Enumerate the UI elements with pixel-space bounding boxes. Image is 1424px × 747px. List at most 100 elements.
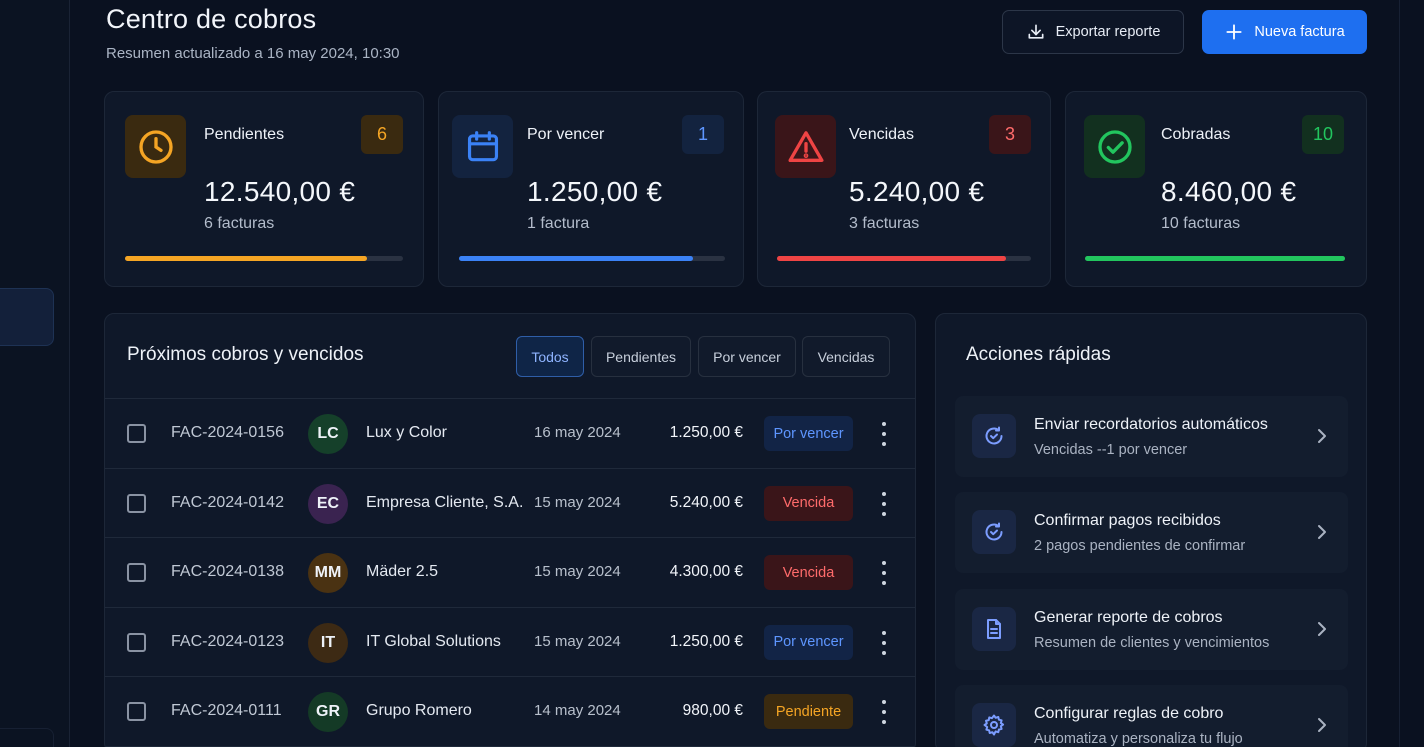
stat-amount: 1.250,00 €: [527, 176, 663, 207]
invoice-amount: 1.250,00 €: [669, 424, 743, 441]
avatar: GR: [308, 692, 348, 733]
invoice-amount: 1.250,00 €: [669, 632, 743, 650]
row-checkbox[interactable]: [127, 563, 146, 583]
stat-label: Cobradas: [1161, 126, 1231, 143]
stat-card-por-vencer[interactable]: Por vencer 1 1.250,00 € 1 factura: [438, 91, 744, 287]
table-row[interactable]: FAC-2024-0142 EC Empresa Cliente, S.A. 1…: [105, 469, 915, 539]
filter-todos[interactable]: Todos: [516, 336, 584, 377]
action-subtitle: Vencidas --1 por vencer: [1034, 442, 1188, 458]
list-title: Próximos cobros y vencidos: [127, 344, 364, 365]
filter-vencidas[interactable]: Vencidas: [802, 336, 890, 377]
quick-actions-title: Acciones rápidas: [966, 344, 1111, 365]
sidebar-item-active[interactable]: [0, 288, 54, 346]
download-icon: [1028, 24, 1044, 39]
stat-amount: 5.240,00 €: [849, 176, 985, 207]
more-options-icon[interactable]: [877, 561, 891, 586]
chevron-right-icon: [1318, 429, 1326, 443]
stat-invoice-count: 1 factura: [527, 215, 590, 232]
table-row[interactable]: FAC-2024-0156 LC Lux y Color 16 may 2024…: [105, 399, 915, 469]
stat-card-cobradas[interactable]: Cobradas 10 8.460,00 € 10 facturas: [1065, 91, 1367, 287]
table-row[interactable]: FAC-2024-0138 MM Mäder 2.5 15 may 2024 4…: [105, 538, 915, 608]
row-checkbox[interactable]: [127, 632, 146, 652]
quick-actions-panel: Acciones rápidas Enviar recordatorios au…: [935, 313, 1367, 747]
warning-icon: [775, 115, 836, 178]
client-name: Grupo Romero: [366, 702, 472, 720]
action-confirm-payments[interactable]: Confirmar pagos recibidos 2 pagos pendie…: [955, 492, 1348, 573]
more-options-icon[interactable]: [877, 422, 891, 446]
stat-count-badge: 6: [361, 115, 403, 154]
more-options-icon[interactable]: [877, 700, 891, 725]
filter-pendientes[interactable]: Pendientes: [591, 336, 691, 377]
action-generate-report[interactable]: Generar reporte de cobros Resumen de cli…: [955, 589, 1348, 670]
invoice-number: FAC-2024-0142: [171, 493, 284, 511]
refresh-check-icon: [972, 510, 1016, 554]
stat-progress-fill: [777, 256, 1006, 261]
stat-progress-track: [459, 256, 725, 261]
stat-progress-track: [125, 256, 403, 261]
action-send-reminders[interactable]: Enviar recordatorios automáticos Vencida…: [955, 396, 1348, 477]
chevron-right-icon: [1318, 622, 1326, 636]
due-date: 14 may 2024: [534, 702, 621, 720]
status-badge: Vencida: [764, 485, 853, 521]
document-icon: [972, 607, 1016, 651]
filter-por-vencer[interactable]: Por vencer: [698, 336, 796, 377]
invoice-number: FAC-2024-0123: [171, 632, 284, 650]
status-badge: Vencida: [764, 555, 853, 591]
status-badge: Pendiente: [764, 694, 853, 730]
invoice-amount: 980,00 €: [682, 702, 743, 720]
row-checkbox[interactable]: [127, 702, 146, 722]
stat-card-vencidas[interactable]: Vencidas 3 5.240,00 € 3 facturas: [757, 91, 1051, 287]
stat-progress-track: [777, 256, 1031, 261]
client-name: Empresa Cliente, S.A.: [366, 493, 524, 511]
content-border: [1399, 0, 1400, 747]
invoice-number: FAC-2024-0138: [171, 563, 284, 581]
invoice-number: FAC-2024-0156: [171, 424, 284, 441]
avatar: MM: [308, 553, 348, 594]
avatar: EC: [308, 483, 348, 524]
client-name: IT Global Solutions: [366, 632, 501, 650]
more-options-icon[interactable]: [877, 630, 891, 655]
gear-icon: [972, 703, 1016, 747]
stat-card-pendientes[interactable]: Pendientes 6 12.540,00 € 6 facturas: [104, 91, 424, 287]
sidebar: [0, 0, 70, 747]
stat-progress-track: [1085, 256, 1345, 261]
new-invoice-label: Nueva factura: [1254, 24, 1345, 40]
table-row[interactable]: FAC-2024-0123 IT IT Global Solutions 15 …: [105, 608, 915, 678]
stat-progress-fill: [125, 256, 367, 261]
client-name: Mäder 2.5: [366, 563, 439, 581]
stat-count-badge: 3: [989, 115, 1031, 154]
stat-label: Vencidas: [849, 126, 914, 143]
row-checkbox[interactable]: [127, 493, 146, 513]
invoice-amount: 4.300,00 €: [669, 563, 743, 581]
stat-invoice-count: 6 facturas: [204, 215, 275, 232]
calendar-icon: [452, 115, 513, 178]
stat-progress-fill: [459, 256, 694, 261]
stat-progress-fill: [1085, 256, 1345, 261]
clock-icon: [125, 115, 186, 178]
client-name: Lux y Color: [366, 424, 447, 441]
invoice-list-panel: Próximos cobros y vencidos Todos Pendien…: [104, 313, 916, 747]
stat-label: Pendientes: [204, 126, 285, 143]
action-title: Configurar reglas de cobro: [1034, 705, 1224, 722]
check-circle-icon: [1084, 115, 1145, 178]
export-report-button[interactable]: Exportar reporte: [1002, 10, 1184, 54]
invoice-amount: 5.240,00 €: [669, 493, 743, 511]
stat-amount: 8.460,00 €: [1161, 176, 1297, 207]
sidebar-item-bottom[interactable]: [0, 728, 54, 747]
stat-count-badge: 1: [682, 115, 724, 154]
action-title: Generar reporte de cobros: [1034, 609, 1223, 626]
more-options-icon[interactable]: [877, 491, 891, 516]
action-title: Enviar recordatorios automáticos: [1034, 416, 1268, 433]
action-configure-rules[interactable]: Configurar reglas de cobro Automatiza y …: [955, 685, 1348, 747]
action-subtitle: 2 pagos pendientes de confirmar: [1034, 538, 1246, 554]
table-row[interactable]: FAC-2024-0111 GR Grupo Romero 14 may 202…: [105, 677, 915, 747]
due-date: 15 may 2024: [534, 632, 621, 650]
plus-icon: [1226, 24, 1242, 40]
invoice-table: FAC-2024-0156 LC Lux y Color 16 may 2024…: [105, 398, 915, 747]
action-subtitle: Automatiza y personaliza tu flujo: [1034, 731, 1243, 747]
row-checkbox[interactable]: [127, 424, 146, 443]
page-subtitle: Resumen actualizado a 16 may 2024, 10:30: [106, 45, 400, 62]
due-date: 15 may 2024: [534, 563, 621, 581]
new-invoice-button[interactable]: Nueva factura: [1202, 10, 1367, 54]
stat-invoice-count: 10 facturas: [1161, 215, 1241, 232]
